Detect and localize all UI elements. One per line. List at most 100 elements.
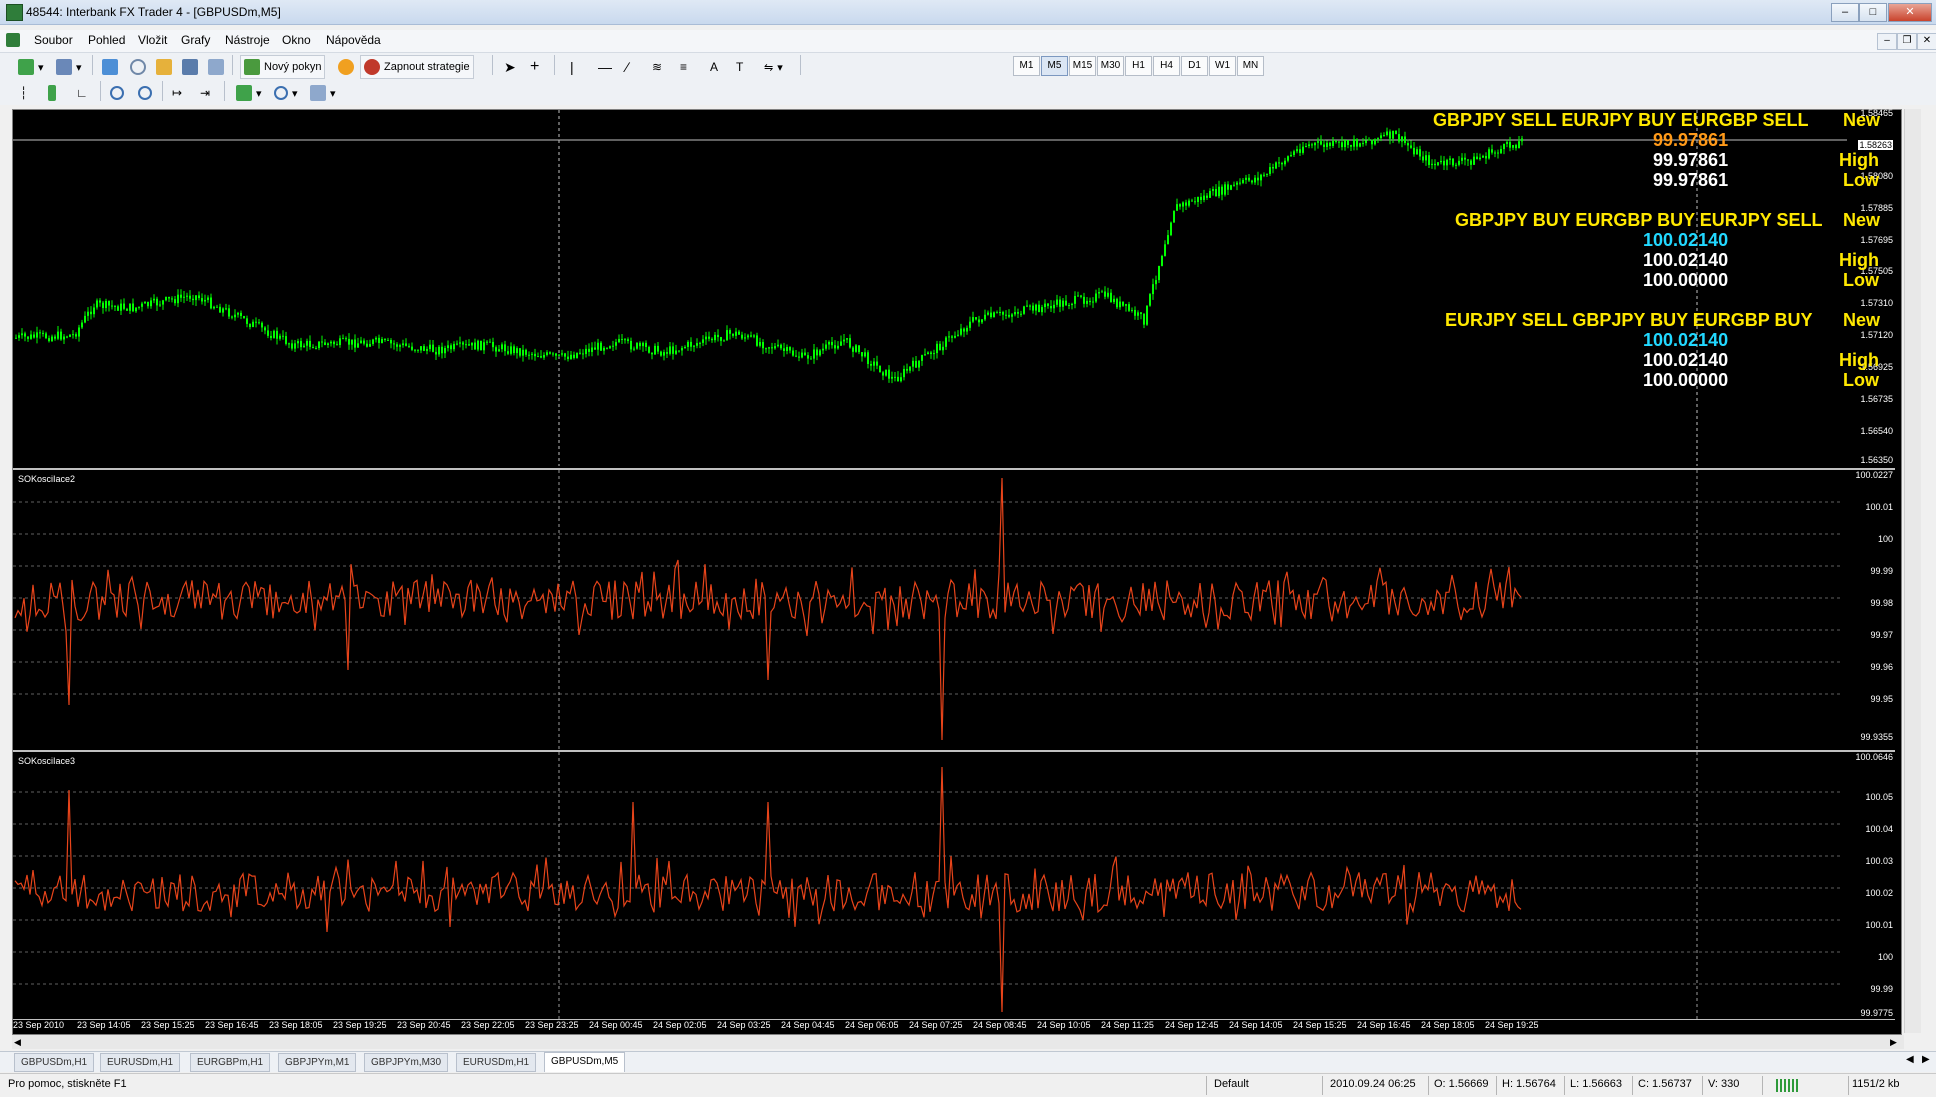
candle-body (675, 350, 677, 354)
time-axis-label: 23 Sep 2010 (13, 1020, 65, 1030)
expert-warning-button[interactable] (334, 55, 358, 79)
horizontal-scrollbar[interactable]: ◀ ▶ (12, 1035, 1904, 1049)
text-tool[interactable]: A (706, 55, 722, 79)
channel-tool[interactable]: ≋ (648, 55, 666, 79)
profiles-button[interactable]: ▾ (52, 55, 86, 79)
candle-body (534, 353, 536, 357)
candle-body (1194, 201, 1196, 203)
tester-button[interactable] (204, 55, 228, 79)
chart-shift-button[interactable]: ⇥ (196, 81, 214, 105)
menu-grafy[interactable]: Grafy (175, 33, 216, 47)
scroll-left-icon[interactable]: ◀ (14, 1037, 21, 1048)
horizontal-line-tool[interactable]: — (594, 55, 616, 79)
candle-body (27, 336, 29, 339)
candle-body (93, 307, 95, 315)
zoom-in-button[interactable] (106, 81, 128, 105)
enable-strategies-button[interactable]: Zapnout strategie (360, 55, 474, 79)
candle-body (1080, 295, 1082, 297)
periods-button[interactable]: ▾ (270, 81, 302, 105)
trendline-tool[interactable]: ∕ (622, 55, 632, 79)
crosshair-tool[interactable]: + (526, 55, 543, 79)
tab-eurusdm-h1-2[interactable]: EURUSDm,H1 (456, 1053, 537, 1072)
terminal-button[interactable] (178, 55, 202, 79)
market-watch-button[interactable] (98, 55, 122, 79)
candle-body (294, 343, 296, 349)
menu-soubor[interactable]: Soubor (28, 33, 79, 47)
tab-gbpjpym-m30[interactable]: GBPJPYm,M30 (364, 1053, 449, 1072)
tab-scroll-right-icon[interactable]: ▶ (1922, 1054, 1930, 1065)
candle-body (393, 343, 395, 345)
timeframe-m1[interactable]: M1 (1013, 56, 1040, 76)
menu-vlozit[interactable]: Vložit (132, 33, 173, 47)
signal-3-low-label: Low (1843, 370, 1879, 390)
vertical-scrollbar[interactable] (1904, 109, 1921, 1033)
timeframe-m5[interactable]: M5 (1041, 56, 1068, 76)
new-order-button[interactable]: Nový pokyn (240, 55, 326, 79)
candle-body (474, 342, 476, 350)
fibonacci-tool[interactable]: ≡ (676, 55, 691, 79)
text-label-tool[interactable]: T (732, 55, 747, 79)
candle-body (243, 316, 245, 319)
candle-body (1146, 305, 1148, 325)
tab-scroll-left-icon[interactable]: ◀ (1906, 1054, 1914, 1065)
status-profile[interactable]: Default (1214, 1078, 1249, 1090)
timeframe-m30[interactable]: M30 (1097, 56, 1124, 76)
timeframe-h4[interactable]: H4 (1153, 56, 1180, 76)
indicator-pane-2[interactable]: SOKosciIace3 100.0646 100.05 100.04 100.… (13, 750, 1895, 1020)
new-chart-button[interactable]: ▾ (14, 55, 48, 79)
minimize-button[interactable]: – (1831, 3, 1859, 22)
candle-body (1077, 295, 1079, 297)
candlestick-button[interactable] (44, 81, 60, 105)
tab-gbpusdm-m5[interactable]: GBPUSDm,M5 (544, 1052, 626, 1072)
menu-pohled[interactable]: Pohled (82, 33, 131, 47)
menu-napoveda[interactable]: Nápověda (320, 33, 387, 47)
tab-eurgbpm-h1[interactable]: EURGBPm,H1 (190, 1053, 271, 1072)
tab-gbpusdm-h1[interactable]: GBPUSDm,H1 (14, 1053, 95, 1072)
mdi-minimize-button[interactable]: – (1877, 33, 1897, 50)
tab-gbpjpym-m1[interactable]: GBPJPYm,M1 (278, 1053, 357, 1072)
candle-body (738, 331, 740, 335)
timeframe-h1[interactable]: H1 (1125, 56, 1152, 76)
menu-okno[interactable]: Okno (276, 33, 317, 47)
zoom-in-icon (110, 86, 124, 100)
candle-body (408, 345, 410, 347)
arrows-tool[interactable]: ⇋ ▾ (760, 55, 787, 79)
timeframe-w1[interactable]: W1 (1209, 56, 1236, 76)
vertical-line-tool[interactable]: | (566, 55, 578, 79)
mdi-close-button[interactable]: ✕ (1917, 33, 1936, 50)
candle-body (801, 352, 803, 358)
indicator-1-chart (13, 470, 1843, 750)
mdi-restore-button[interactable]: ❐ (1897, 33, 1917, 50)
auto-scroll-button[interactable]: ↦ (168, 81, 186, 105)
templates-button[interactable]: ▾ (306, 81, 340, 105)
line-chart-button[interactable]: ∟ (72, 81, 92, 105)
price-pane[interactable]: 1.58465 1.58263 1.58080 1.57885 1.57695 … (13, 108, 1895, 466)
navigator-button[interactable] (126, 55, 150, 79)
candle-body (378, 337, 380, 343)
close-button[interactable]: ✕ (1888, 3, 1932, 22)
candle-body (1434, 163, 1436, 166)
standard-toolbar: ▾ ▾ Nový pokyn Zapnout strategie ➤ + | —… (0, 53, 1936, 79)
timeframe-d1[interactable]: D1 (1181, 56, 1208, 76)
candle-body (1476, 156, 1478, 160)
data-window-button[interactable] (152, 55, 176, 79)
signal-2-high-label: High (1839, 250, 1879, 270)
candle-body (1092, 301, 1094, 303)
timeframe-mn[interactable]: MN (1237, 56, 1264, 76)
status-high: H: 1.56764 (1502, 1078, 1556, 1090)
maximize-button[interactable]: □ (1859, 3, 1887, 22)
tab-eurusdm-h1[interactable]: EURUSDm,H1 (100, 1053, 181, 1072)
candle-body (603, 347, 605, 351)
candle-body (807, 355, 809, 359)
indicator-pane-1[interactable]: SOKosciIace2 100.0227 100.01 100 99.99 9… (13, 468, 1895, 750)
bar-chart-button[interactable]: ┆ (16, 81, 31, 105)
scroll-right-icon[interactable]: ▶ (1890, 1037, 1897, 1048)
cursor-tool[interactable]: ➤ (500, 55, 520, 79)
price-label: 1.56350 (1860, 455, 1893, 465)
chart-window[interactable]: 1.58465 1.58263 1.58080 1.57885 1.57695 … (12, 108, 1902, 1035)
zoom-out-button[interactable] (134, 81, 156, 105)
indicators-button[interactable]: ▾ (232, 81, 266, 105)
timeframe-m15[interactable]: M15 (1069, 56, 1096, 76)
candle-body (1041, 307, 1043, 313)
menu-nastroje[interactable]: Nástroje (219, 33, 276, 47)
